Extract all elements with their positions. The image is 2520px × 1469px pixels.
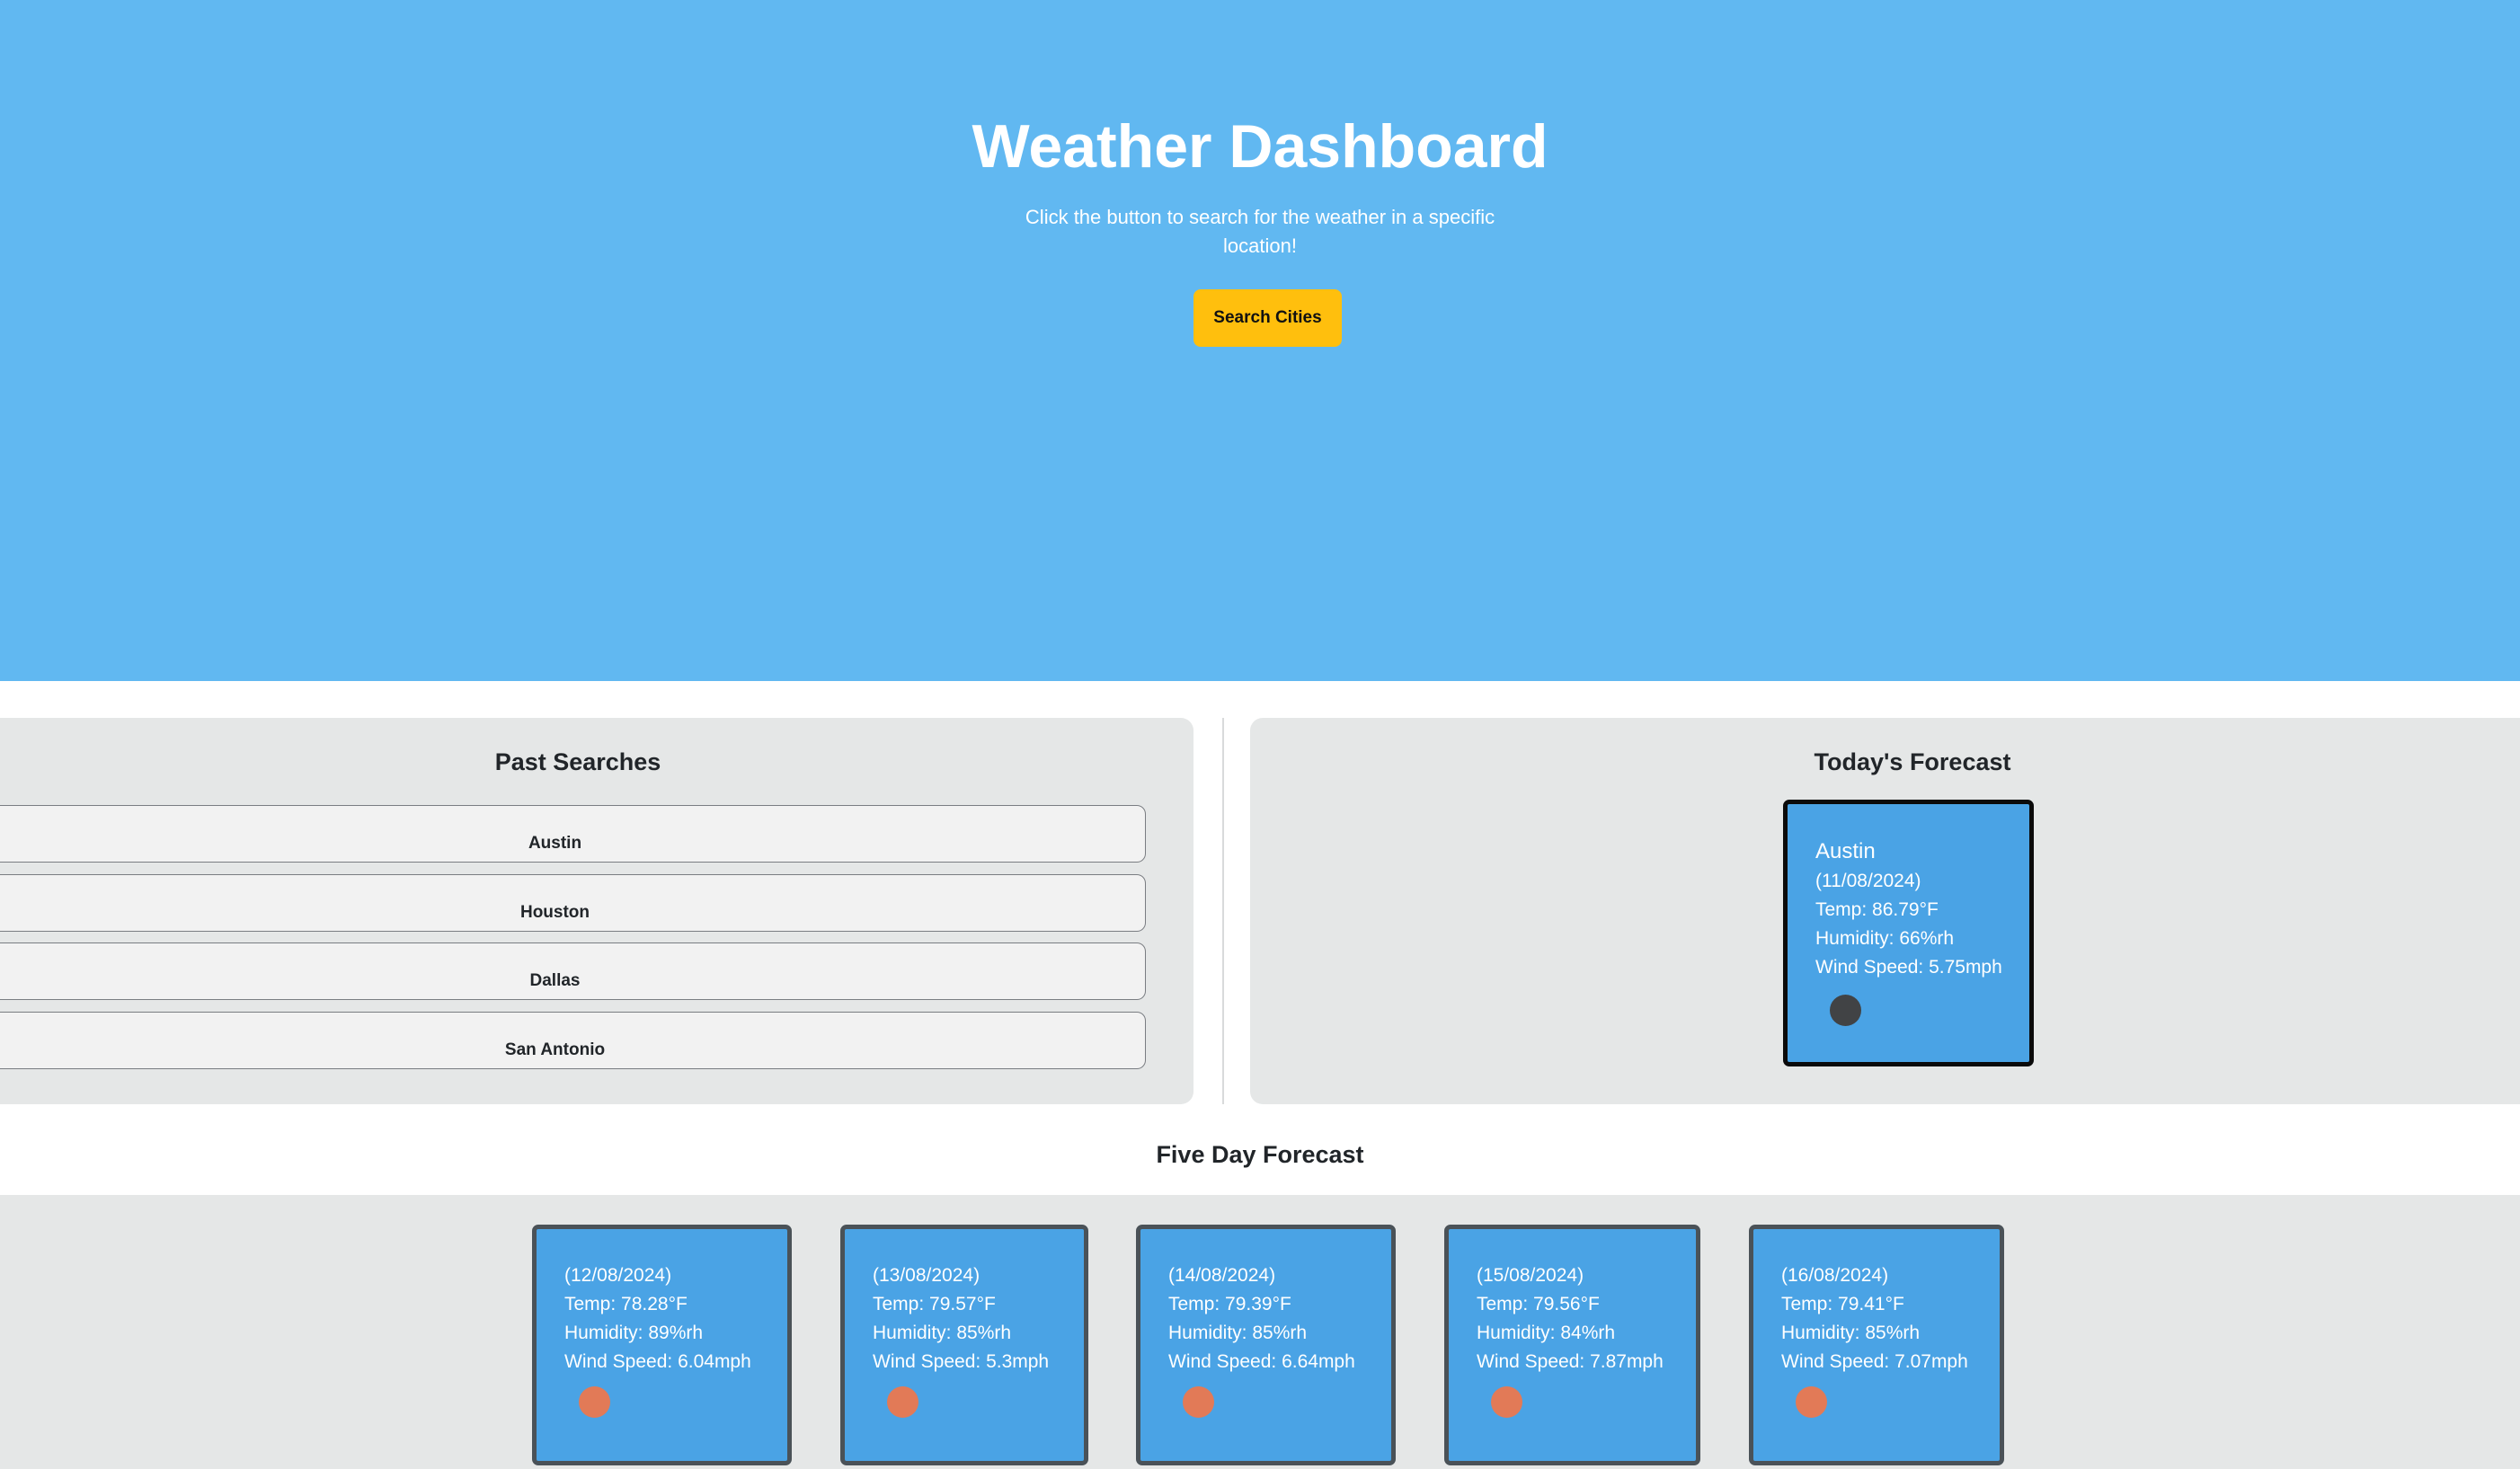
- forecast-humidity: Humidity: 85%rh: [1781, 1323, 1921, 1343]
- weather-icon: [1830, 995, 1861, 1026]
- weather-icon: [1183, 1386, 1214, 1418]
- search-cities-button[interactable]: Search Cities: [1193, 289, 1342, 347]
- hero-banner: Weather Dashboard Click the button to se…: [0, 0, 2520, 681]
- weather-icon: [1796, 1386, 1827, 1418]
- past-search-button-austin[interactable]: Austin: [0, 805, 1146, 863]
- weather-icon: [887, 1386, 918, 1418]
- weather-icon: [579, 1386, 610, 1418]
- forecast-day-card: (16/08/2024) Temp: 79.41°F Humidity: 85%…: [1749, 1225, 2004, 1465]
- forecast-date: (12/08/2024): [564, 1265, 672, 1286]
- today-forecast-card: Austin (11/08/2024) Temp: 86.79°F Humidi…: [1783, 800, 2034, 1066]
- past-search-button-houston[interactable]: Houston: [0, 874, 1146, 932]
- past-searches-title: Past Searches: [494, 748, 661, 775]
- forecast-day-card: (15/08/2024) Temp: 79.56°F Humidity: 84%…: [1444, 1225, 1700, 1465]
- forecast-wind-speed: Wind Speed: 7.07mph: [1781, 1351, 1968, 1372]
- forecast-humidity: Humidity: 85%rh: [873, 1323, 1012, 1343]
- forecast-humidity: Humidity: 85%rh: [1168, 1323, 1308, 1343]
- section-divider: [1222, 718, 1224, 1104]
- forecast-day-card: (12/08/2024) Temp: 78.28°F Humidity: 89%…: [532, 1225, 792, 1465]
- forecast-date: (13/08/2024): [873, 1265, 980, 1286]
- today-city-name: Austin: [1815, 839, 1876, 863]
- today-humidity: Humidity: 66%rh: [1815, 928, 1955, 949]
- forecast-humidity: Humidity: 89%rh: [564, 1323, 704, 1343]
- forecast-date: (14/08/2024): [1168, 1265, 1276, 1286]
- forecast-humidity: Humidity: 84%rh: [1477, 1323, 1616, 1343]
- forecast-date: (16/08/2024): [1781, 1265, 1889, 1286]
- todays-forecast-title: Today's Forecast: [1814, 748, 2011, 775]
- forecast-temp: Temp: 79.39°F: [1168, 1294, 1291, 1314]
- forecast-date: (15/08/2024): [1477, 1265, 1584, 1286]
- forecast-wind-speed: Wind Speed: 5.3mph: [873, 1351, 1050, 1372]
- todays-forecast-panel: Today's Forecast Austin (11/08/2024) Tem…: [1250, 718, 2520, 1104]
- five-day-forecast-title: Five Day Forecast: [1156, 1141, 1364, 1168]
- past-search-button-dallas[interactable]: Dallas: [0, 942, 1146, 1000]
- weather-icon: [1491, 1386, 1522, 1418]
- forecast-day-card: (13/08/2024) Temp: 79.57°F Humidity: 85%…: [840, 1225, 1088, 1465]
- forecast-temp: Temp: 78.28°F: [564, 1294, 688, 1314]
- today-temp: Temp: 86.79°F: [1815, 899, 1939, 920]
- past-searches-panel: Past Searches Austin Houston Dallas San …: [0, 718, 1193, 1104]
- today-wind-speed: Wind Speed: 5.75mph: [1815, 957, 2002, 978]
- forecast-temp: Temp: 79.57°F: [873, 1294, 996, 1314]
- forecast-wind-speed: Wind Speed: 7.87mph: [1477, 1351, 1664, 1372]
- page-title: Weather Dashboard: [972, 112, 1548, 181]
- forecast-temp: Temp: 79.56°F: [1477, 1294, 1600, 1314]
- today-date: (11/08/2024): [1815, 871, 1921, 891]
- forecast-day-card: (14/08/2024) Temp: 79.39°F Humidity: 85%…: [1136, 1225, 1396, 1465]
- forecast-wind-speed: Wind Speed: 6.04mph: [564, 1351, 751, 1372]
- forecast-temp: Temp: 79.41°F: [1781, 1294, 1904, 1314]
- past-search-button-san-antonio[interactable]: San Antonio: [0, 1012, 1146, 1069]
- forecast-wind-speed: Wind Speed: 6.64mph: [1168, 1351, 1355, 1372]
- page-subtitle: Click the button to search for the weath…: [1025, 206, 1495, 257]
